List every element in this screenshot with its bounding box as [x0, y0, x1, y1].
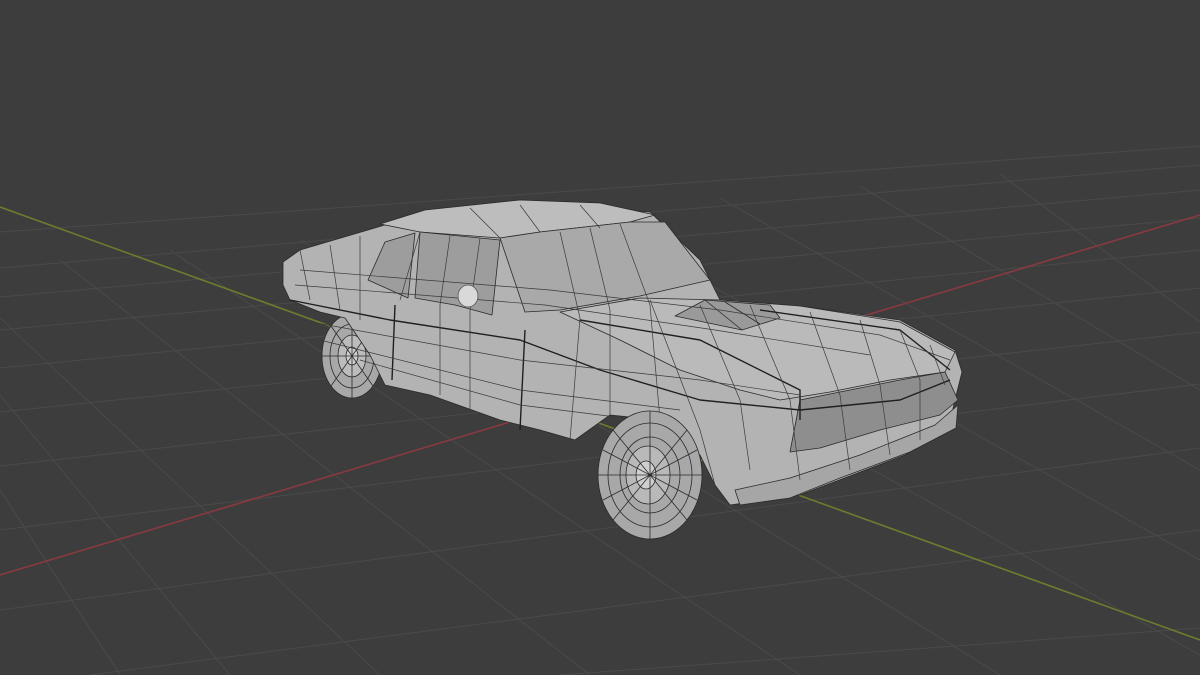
car-model[interactable]: [282, 199, 963, 540]
3d-viewport[interactable]: [0, 0, 1200, 675]
viewport-scene[interactable]: [0, 0, 1200, 675]
front-wheel: [597, 410, 703, 540]
side-mirror: [457, 284, 479, 308]
